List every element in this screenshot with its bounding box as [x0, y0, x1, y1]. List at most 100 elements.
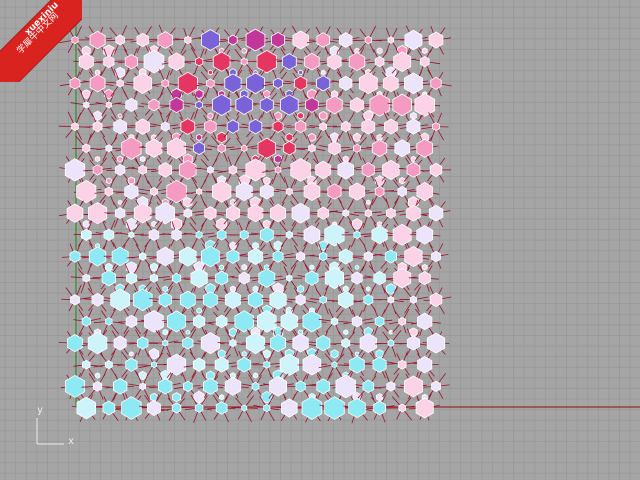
hex-cell — [194, 56, 204, 67]
hex-cell — [285, 133, 294, 142]
hex-cell — [126, 217, 137, 231]
hex-cell — [353, 230, 361, 239]
hex-cell — [364, 35, 372, 45]
hex-cell — [138, 370, 147, 381]
hex-cell — [103, 55, 115, 69]
hex-cell — [392, 93, 412, 117]
hex-cell — [429, 162, 443, 178]
hex-cell — [94, 156, 101, 163]
hex-cell — [295, 293, 306, 306]
hex-cell — [224, 290, 242, 310]
hex-cell — [257, 137, 277, 159]
hex-cell — [138, 164, 148, 175]
hex-cell — [431, 380, 441, 393]
hex-cell — [406, 204, 421, 222]
hex-cell — [263, 89, 271, 99]
hex-cell — [204, 206, 217, 221]
hex-cell — [148, 98, 160, 112]
hex-cell — [309, 264, 315, 271]
hex-cell — [101, 269, 116, 287]
hex-cell — [65, 374, 85, 398]
hex-cell — [338, 248, 353, 265]
hex-cell — [348, 52, 366, 72]
hex-cell — [252, 372, 259, 379]
hex-cell — [149, 273, 159, 283]
hex-cell — [262, 349, 271, 359]
hex-cell — [308, 143, 316, 153]
hex-cell — [195, 100, 203, 110]
hex-cell — [328, 141, 341, 156]
hex-cell — [364, 208, 373, 218]
hex-cell — [214, 356, 229, 373]
hex-cell — [143, 49, 165, 74]
hex-cell — [105, 144, 113, 153]
hex-cell — [217, 143, 226, 154]
hex-cell — [104, 360, 113, 370]
hex-cell — [145, 138, 163, 158]
viewport-canvas[interactable] — [0, 0, 640, 480]
hex-cell — [235, 94, 253, 115]
axis-label-x: x — [68, 436, 75, 447]
hex-cell — [324, 223, 345, 247]
hex-cell — [229, 241, 237, 250]
hex-cell — [270, 203, 287, 223]
hex-cell — [365, 199, 371, 206]
hex-cell — [351, 315, 363, 328]
hex-cell — [339, 75, 353, 91]
hex-cell — [70, 294, 80, 306]
hex-cell — [158, 162, 173, 178]
hex-cell — [430, 76, 442, 90]
hex-cell — [216, 131, 227, 144]
rhino-viewport[interactable]: x y — [0, 0, 640, 480]
hex-cell — [365, 286, 371, 292]
hex-cell — [128, 231, 135, 239]
hex-cell — [290, 158, 311, 182]
hex-cell — [136, 32, 149, 48]
hex-cell — [393, 267, 412, 289]
hex-cell — [259, 96, 274, 113]
hex-cell — [182, 336, 194, 350]
hex-cell — [269, 376, 288, 397]
hex-cell — [295, 380, 306, 393]
hex-cell — [82, 220, 90, 228]
hex-cell — [414, 93, 436, 117]
hex-cell — [248, 247, 263, 265]
hex-cell — [403, 375, 423, 398]
hex-cell — [383, 74, 399, 93]
hex-cell — [193, 390, 205, 404]
hex-cell — [248, 118, 263, 135]
voronoi-hex-pattern[interactable] — [58, 24, 452, 424]
hex-cell — [350, 97, 364, 113]
hex-cell — [82, 89, 91, 99]
hex-cell — [406, 118, 421, 135]
hex-cell — [167, 137, 186, 160]
hex-cell — [294, 75, 308, 91]
hex-cell — [215, 270, 229, 286]
hex-cell — [146, 399, 161, 417]
hex-cell — [166, 179, 187, 204]
hex-cell — [226, 119, 240, 134]
hex-cell — [224, 73, 242, 94]
hex-cell — [353, 143, 361, 153]
hex-cell — [89, 74, 106, 93]
hex-cell — [371, 225, 388, 245]
hex-cell — [258, 268, 276, 288]
hex-cell — [76, 179, 97, 204]
hex-cell — [103, 44, 115, 58]
hex-cell — [256, 49, 277, 74]
hex-cell — [331, 361, 338, 369]
hex-cell — [157, 31, 174, 49]
hex-cell — [105, 101, 112, 109]
hex-cell — [200, 245, 220, 268]
hex-cell — [327, 183, 342, 200]
hex-cell — [319, 122, 328, 132]
hex-cell — [239, 229, 249, 240]
hex-cell — [272, 120, 284, 133]
hex-cell — [215, 401, 228, 415]
hex-cell — [398, 177, 406, 185]
hex-cell — [305, 270, 319, 286]
hex-cell — [156, 246, 174, 267]
hex-cell — [418, 271, 431, 286]
hex-cell — [117, 199, 123, 205]
hex-cell — [397, 186, 407, 197]
